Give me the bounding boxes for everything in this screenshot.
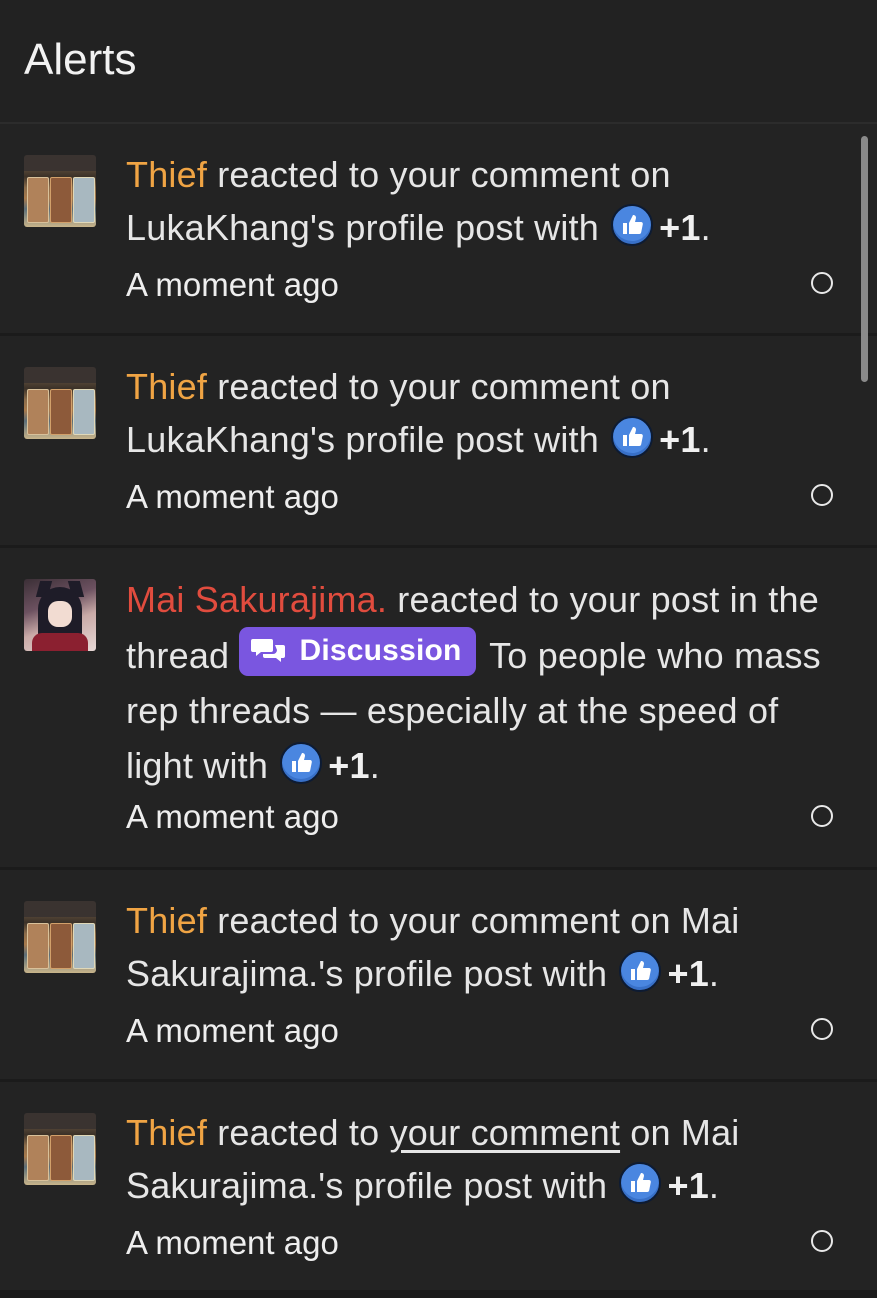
alert-item[interactable]: Mai Sakurajima. reacted to your post in … [0, 548, 877, 870]
alert-time: A moment ago [126, 798, 339, 835]
alert-item[interactable]: Thief reacted to your comment on LukaKha… [0, 124, 877, 336]
user-link[interactable]: Mai Sakurajima. [126, 579, 387, 620]
comment-link[interactable]: your comment [390, 1112, 620, 1153]
alert-time: A moment ago [126, 478, 339, 515]
alert-text: Thief reacted to your comment on Mai Sak… [126, 1112, 740, 1206]
mark-read-toggle[interactable] [811, 1018, 833, 1040]
mark-read-toggle[interactable] [811, 805, 833, 827]
like-reaction-icon [611, 204, 654, 246]
avatar[interactable] [24, 367, 96, 439]
mark-read-toggle[interactable] [811, 1230, 833, 1252]
alert-time: A moment ago [126, 266, 339, 303]
alerts-header: Alerts [0, 0, 877, 124]
reaction-label: +1 [659, 419, 701, 460]
alert-time: A moment ago [126, 1224, 339, 1261]
user-link[interactable]: Thief [126, 154, 207, 195]
like-reaction-icon [611, 416, 654, 458]
user-link[interactable]: Thief [126, 1112, 207, 1153]
alert-item[interactable]: Thief reacted to your comment on Mai Sak… [0, 1082, 877, 1293]
discussion-label: Discussion [299, 634, 462, 667]
avatar[interactable] [24, 579, 96, 651]
reaction-label: +1 [667, 1165, 709, 1206]
alert-text: Mai Sakurajima. reacted to your post in … [126, 579, 821, 786]
alert-item[interactable]: Thief reacted to your comment on Mai Sak… [0, 870, 877, 1082]
avatar[interactable] [24, 1113, 96, 1185]
page-title: Alerts [24, 35, 137, 84]
like-reaction-icon [619, 950, 662, 992]
like-reaction-icon [280, 742, 323, 784]
like-reaction-icon [619, 1162, 662, 1204]
reaction-label: +1 [667, 953, 709, 994]
reaction-label: +1 [659, 207, 701, 248]
scrollbar-thumb[interactable] [861, 136, 868, 382]
alert-text: Thief reacted to your comment on LukaKha… [126, 366, 711, 460]
avatar[interactable] [24, 901, 96, 973]
alert-time: A moment ago [126, 1012, 339, 1049]
alerts-list: Thief reacted to your comment on LukaKha… [0, 124, 877, 1293]
mark-read-toggle[interactable] [811, 272, 833, 294]
alert-item[interactable]: Thief reacted to your comment on LukaKha… [0, 336, 877, 548]
user-link[interactable]: Thief [126, 900, 207, 941]
mark-read-toggle[interactable] [811, 484, 833, 506]
user-link[interactable]: Thief [126, 366, 207, 407]
avatar[interactable] [24, 155, 96, 227]
discussion-prefix-badge[interactable]: Discussion [239, 627, 476, 676]
reaction-label: +1 [328, 745, 370, 786]
alert-text: Thief reacted to your comment on LukaKha… [126, 154, 711, 248]
alert-text: Thief reacted to your comment on Mai Sak… [126, 900, 740, 994]
